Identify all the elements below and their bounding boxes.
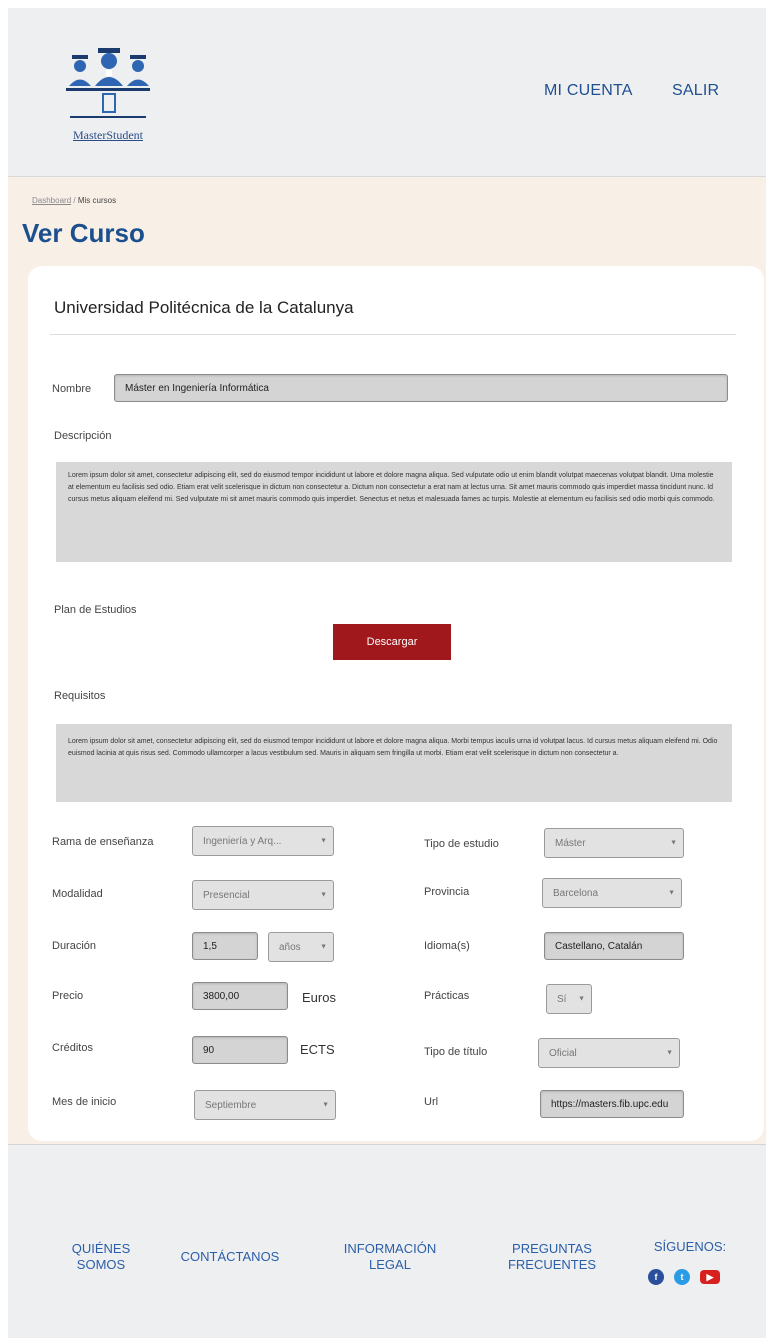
nav-my-account-link[interactable]: MI CUENTA	[544, 82, 633, 100]
university-heading: Universidad Politécnica de la Catalunya	[54, 298, 354, 317]
download-button[interactable]: Descargar	[333, 624, 451, 660]
idioma-field[interactable]: Castellano, Catalán	[544, 932, 684, 960]
youtube-icon[interactable]: ▶	[700, 1270, 720, 1284]
rama-label: Rama de enseñanza	[52, 836, 154, 848]
nombre-label: Nombre	[52, 383, 92, 395]
practicas-label: Prácticas	[424, 990, 470, 1002]
course-card: Universidad Politécnica de la Catalunya …	[28, 266, 764, 1141]
chevron-down-icon: ▼	[320, 891, 327, 899]
footer-legal-line2: LEGAL	[369, 1257, 411, 1272]
breadcrumb-current: Mis cursos	[77, 196, 117, 205]
breadcrumb-dashboard-link[interactable]: Dashboard	[32, 196, 71, 205]
nav-logout-link[interactable]: SALIR	[672, 82, 719, 100]
footer-about-link[interactable]: QUIÉNES SOMOS	[46, 1241, 156, 1273]
tipo-estudio-label: Tipo de estudio	[424, 838, 499, 850]
mes-inicio-value: Septiembre	[205, 1099, 257, 1111]
creditos-field[interactable]: 90	[192, 1036, 288, 1064]
footer-contact-link[interactable]: CONTÁCTANOS	[160, 1249, 300, 1265]
twitter-icon[interactable]: t	[674, 1269, 690, 1285]
footer-faq-line1: PREGUNTAS	[512, 1241, 592, 1256]
requisitos-label: Requisitos	[54, 690, 106, 702]
site-footer: QUIÉNES SOMOS CONTÁCTANOS INFORMACIÓN LE…	[8, 1144, 766, 1338]
page-title: Ver Curso	[22, 218, 145, 248]
tipo-titulo-select[interactable]: Oficial ▼	[538, 1038, 680, 1068]
plan-estudios-label: Plan de Estudios	[54, 604, 137, 616]
nombre-field[interactable]: Máster en Ingeniería Informática	[114, 374, 728, 402]
modalidad-label: Modalidad	[52, 888, 103, 900]
provincia-value: Barcelona	[553, 887, 599, 899]
tipo-titulo-label: Tipo de título	[424, 1046, 488, 1058]
page-frame: MasterStudent MI CUENTA SALIR Dashboard …	[8, 8, 766, 1338]
precio-label: Precio	[52, 990, 84, 1002]
heading-divider	[50, 334, 736, 335]
graduates-logo-icon	[66, 48, 150, 118]
masterstudent-logo[interactable]: MasterStudent	[60, 46, 156, 148]
chevron-down-icon: ▼	[578, 995, 585, 1003]
chevron-down-icon: ▼	[670, 839, 677, 847]
tipo-estudio-select[interactable]: Máster ▼	[544, 828, 684, 858]
duracion-unit-value: años	[279, 941, 301, 953]
url-field[interactable]: https://masters.fib.upc.edu	[540, 1090, 684, 1118]
duracion-field[interactable]: 1,5	[192, 932, 258, 960]
practicas-value: Sí	[557, 993, 567, 1005]
descripcion-label: Descripción	[54, 430, 112, 442]
footer-follow-label: SÍGUENOS:	[653, 1239, 727, 1254]
facebook-icon[interactable]: f	[648, 1269, 664, 1285]
modalidad-value: Presencial	[203, 889, 250, 901]
requisitos-textarea[interactable]: Lorem ipsum dolor sit amet, consectetur …	[56, 724, 732, 802]
footer-about-line1: QUIÉNES	[71, 1241, 131, 1256]
precio-field[interactable]: 3800,00	[192, 982, 288, 1010]
chevron-down-icon: ▼	[320, 943, 327, 951]
provincia-select[interactable]: Barcelona ▼	[542, 878, 682, 908]
duracion-label: Duración	[52, 940, 97, 952]
precio-unit: Euros	[302, 990, 336, 1005]
creditos-label: Créditos	[52, 1042, 93, 1054]
footer-legal-link[interactable]: INFORMACIÓN LEGAL	[320, 1241, 460, 1273]
practicas-select[interactable]: Sí ▼	[546, 984, 592, 1014]
tipo-titulo-value: Oficial	[549, 1047, 577, 1059]
breadcrumb: Dashboard / Mis cursos	[32, 196, 116, 205]
descripcion-textarea[interactable]: Lorem ipsum dolor sit amet, consectetur …	[56, 462, 732, 562]
mes-inicio-select[interactable]: Septiembre ▼	[194, 1090, 336, 1120]
footer-faq-link[interactable]: PREGUNTAS FRECUENTES	[482, 1241, 622, 1273]
rama-value: Ingeniería y Arq...	[203, 835, 282, 847]
mes-inicio-label: Mes de inicio	[52, 1096, 117, 1108]
rama-select[interactable]: Ingeniería y Arq... ▼	[192, 826, 334, 856]
chevron-down-icon: ▼	[320, 837, 327, 845]
provincia-label: Provincia	[424, 886, 470, 898]
duracion-unit-select[interactable]: años ▼	[268, 932, 334, 962]
tipo-estudio-value: Máster	[555, 837, 586, 849]
footer-about-line2: SOMOS	[76, 1257, 126, 1272]
footer-legal-line1: INFORMACIÓN	[343, 1241, 437, 1256]
creditos-unit: ECTS	[300, 1042, 335, 1057]
site-header: MasterStudent MI CUENTA SALIR	[8, 8, 766, 177]
chevron-down-icon: ▼	[668, 889, 675, 897]
breadcrumb-separator: /	[73, 196, 76, 205]
chevron-down-icon: ▼	[322, 1101, 329, 1109]
modalidad-select[interactable]: Presencial ▼	[192, 880, 334, 910]
idioma-label: Idioma(s)	[424, 940, 470, 952]
logo-wordmark: MasterStudent	[73, 128, 143, 142]
footer-faq-line2: FRECUENTES	[507, 1257, 597, 1272]
url-label: Url	[424, 1096, 439, 1108]
chevron-down-icon: ▼	[666, 1049, 673, 1057]
